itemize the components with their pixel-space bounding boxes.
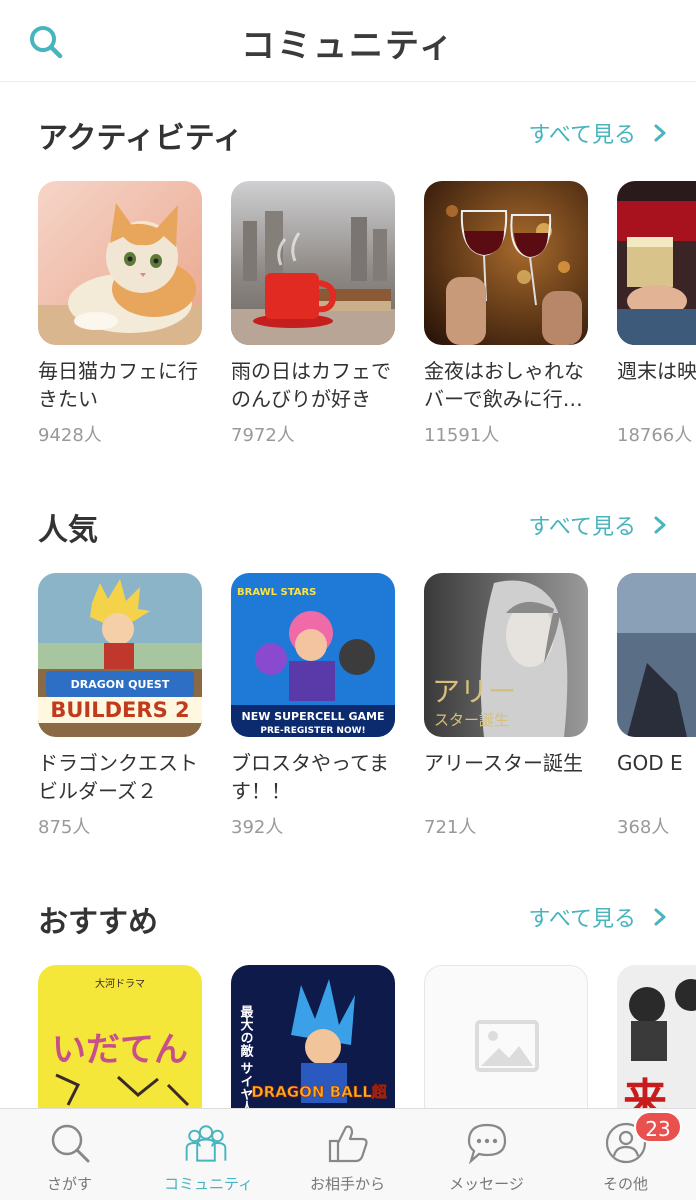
idaten-thumbnail: 大河ドラマ いだてん	[38, 965, 202, 1108]
section-header: 人気 すべて見る	[0, 495, 696, 555]
card-name: ドラゴンクエストビルダーズ２	[38, 751, 198, 803]
dbs-logo-text: DRAGON BALL超	[251, 1083, 388, 1101]
idaten-logo-text: いだてん	[52, 1030, 188, 1070]
community-card[interactable]: GOD E 368人	[617, 573, 696, 843]
see-all-link[interactable]: すべて見る	[528, 901, 670, 933]
see-all-label: すべて見る	[528, 907, 636, 932]
tab-label: その他	[602, 1175, 648, 1193]
tab-label: さがす	[46, 1175, 92, 1193]
content-scroll-area[interactable]: アクティビティ すべて見る 毎日猫カフェに行きたい 9428人 雨の日はカフェで…	[0, 83, 696, 1108]
section-title: アクティビティ	[38, 121, 243, 156]
tab-label: コミュニティ	[163, 1175, 254, 1193]
message-icon	[467, 1123, 507, 1165]
tab-label: お相手から	[309, 1175, 385, 1193]
bottom-tab-bar: さがす コミュニティ お相手から メッセージ 23 その他	[0, 1108, 696, 1200]
builders-thumbnail: DRAGON QUEST BUILDERS 2	[38, 573, 202, 737]
tab-messages[interactable]: メッセージ	[417, 1109, 556, 1200]
community-card[interactable]: 金夜はおしゃれなバーで飲みに行… 11591人	[424, 181, 588, 451]
brawl-banner-1: NEW SUPERCELL GAME	[241, 710, 384, 723]
community-card[interactable]	[424, 965, 588, 1108]
member-count: 392人	[231, 817, 284, 838]
community-card[interactable]: 来	[617, 965, 696, 1108]
dragon-ball-thumbnail: 最大の敵 サイヤ人。 DRAGON BALL超	[231, 965, 395, 1108]
tab-search[interactable]: さがす	[0, 1109, 139, 1200]
member-count: 18766人	[617, 425, 693, 446]
placeholder-thumbnail	[424, 965, 588, 1108]
chevron-right-icon	[650, 514, 670, 536]
ki-char-text: 来	[623, 1075, 667, 1108]
community-card[interactable]: 最大の敵 サイヤ人。 DRAGON BALL超	[231, 965, 395, 1108]
page-title: コミュニティ	[241, 26, 455, 66]
community-card[interactable]: BRAWL STARS NEW SUPERCELL GAME PRE-REGIS…	[231, 573, 395, 843]
card-name: GOD E	[617, 751, 683, 775]
see-all-label: すべて見る	[528, 123, 636, 148]
notification-badge: 23	[634, 1111, 682, 1143]
cat-thumbnail	[38, 181, 202, 345]
ally-title-text: アリー	[432, 675, 516, 708]
member-count: 721人	[424, 817, 477, 838]
ki-thumbnail: 来	[617, 965, 696, 1108]
star-is-born-thumbnail: アリー スター誕生	[424, 573, 588, 737]
tab-other[interactable]: 23 その他	[556, 1109, 695, 1200]
card-row: 大河ドラマ いだてん 最大の敵 サイヤ人。 DRAGON BALL超 来	[38, 965, 696, 1108]
builders-top-text: DRAGON QUEST	[71, 678, 170, 691]
ally-sub-text: スター誕生	[434, 711, 509, 729]
community-card[interactable]: 毎日猫カフェに行きたい 9428人	[38, 181, 202, 451]
movie-theater-thumbnail	[617, 181, 696, 345]
rainy-cafe-thumbnail	[231, 181, 395, 345]
section-recommended: おすすめ すべて見る 大河ドラマ いだてん 最大の敵 サイヤ人。 DRAGON …	[0, 887, 696, 1108]
builders-logo-text: BUILDERS 2	[50, 698, 189, 722]
tab-label: メッセージ	[449, 1175, 524, 1193]
see-all-label: すべて見る	[528, 515, 636, 540]
chevron-right-icon	[650, 906, 670, 928]
see-all-link[interactable]: すべて見る	[528, 117, 670, 149]
section-header: おすすめ すべて見る	[0, 887, 696, 947]
community-icon	[185, 1125, 227, 1162]
card-name: 雨の日はカフェでのんびりが好き	[231, 359, 391, 411]
tab-community[interactable]: コミュニティ	[139, 1109, 278, 1200]
section-activity: アクティビティ すべて見る 毎日猫カフェに行きたい 9428人 雨の日はカフェで…	[0, 103, 696, 483]
section-title: 人気	[38, 513, 98, 548]
brawl-logo-text: BRAWL STARS	[237, 587, 316, 598]
idaten-top-text: 大河ドラマ	[95, 977, 145, 990]
community-card[interactable]: アリー スター誕生 アリースター誕生 721人	[424, 573, 588, 843]
member-count: 9428人	[38, 425, 102, 446]
top-bar: コミュニティ	[0, 0, 696, 82]
card-name: 週末は映画を観	[617, 359, 696, 383]
community-card[interactable]: 雨の日はカフェでのんびりが好き 7972人	[231, 181, 395, 451]
card-name: 毎日猫カフェに行きたい	[38, 359, 198, 411]
section-title: おすすめ	[38, 905, 158, 940]
section-popular: 人気 すべて見る DRAGON QUEST BUILDERS 2 ドラゴンクエス…	[0, 495, 696, 875]
brawl-stars-thumbnail: BRAWL STARS NEW SUPERCELL GAME PRE-REGIS…	[231, 573, 395, 737]
brawl-banner-2: PRE-REGISTER NOW!	[260, 726, 365, 736]
community-card[interactable]: 週末は映画を観 18766人	[617, 181, 696, 451]
search-icon	[51, 1124, 90, 1163]
image-placeholder-icon	[475, 1020, 539, 1072]
community-card[interactable]: DRAGON QUEST BUILDERS 2 ドラゴンクエストビルダーズ２ 8…	[38, 573, 202, 843]
thumbs-up-icon	[328, 1125, 368, 1163]
section-header: アクティビティ すべて見る	[0, 103, 696, 163]
member-count: 7972人	[231, 425, 295, 446]
member-count: 368人	[617, 817, 670, 838]
card-row: 毎日猫カフェに行きたい 9428人 雨の日はカフェでのんびりが好き 7972人 …	[38, 181, 696, 461]
member-count: 11591人	[424, 425, 500, 446]
god-eater-thumbnail	[617, 573, 696, 737]
community-card[interactable]: 大河ドラマ いだてん	[38, 965, 202, 1108]
card-name: アリースター誕生	[424, 751, 583, 775]
tab-likes[interactable]: お相手から	[278, 1109, 417, 1200]
wine-bar-thumbnail	[424, 181, 588, 345]
chevron-right-icon	[650, 122, 670, 144]
card-row: DRAGON QUEST BUILDERS 2 ドラゴンクエストビルダーズ２ 8…	[38, 573, 696, 853]
card-name: 金夜はおしゃれなバーで飲みに行…	[424, 359, 584, 411]
card-name: ブロスタやってます！！	[231, 751, 389, 803]
member-count: 875人	[38, 817, 91, 838]
see-all-link[interactable]: すべて見る	[528, 509, 670, 541]
